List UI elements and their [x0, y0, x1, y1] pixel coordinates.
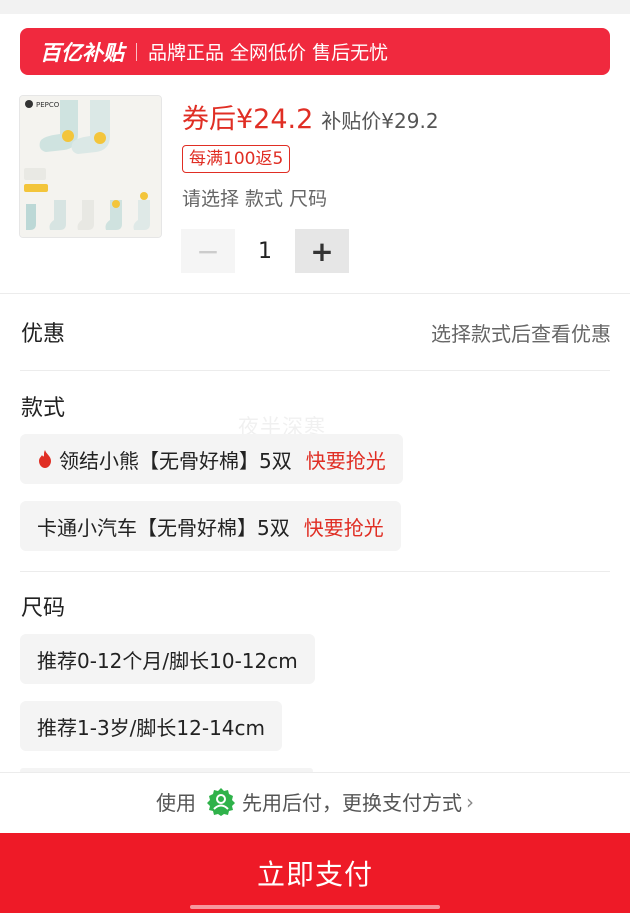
style-option-label: 卡通小汽车【无骨好棉】5双 — [37, 515, 290, 540]
size-section-title: 尺码 — [21, 596, 66, 621]
size-option-1-3y[interactable]: 推荐1-3岁/脚长12-14cm — [20, 701, 282, 751]
subsidy-price: 补贴价¥29.2 — [321, 109, 439, 133]
chevron-right-icon: › — [466, 789, 474, 814]
banner-tagline: 品牌正品 全网低价 售后无忧 — [148, 42, 389, 64]
size-option-0-12m[interactable]: 推荐0-12个月/脚长10-12cm — [20, 634, 315, 684]
pay-now-label: 立即支付 — [256, 858, 373, 891]
product-thumbnail[interactable]: PEPCO — [19, 95, 162, 238]
discount-title: 优惠 — [21, 322, 66, 347]
section-divider — [0, 293, 630, 294]
size-option-label: 推荐0-12个月/脚长10-12cm — [37, 648, 298, 673]
pay-now-button[interactable]: 立即支付 — [0, 833, 630, 913]
quantity-stepper: − 1 + — [181, 229, 349, 273]
selection-hint: 请选择 款式 尺码 — [182, 188, 328, 210]
payment-method-row[interactable]: 使用 先用后付，更换支付方式 › — [0, 772, 630, 830]
style-option-label: 领结小熊【无骨好棉】5双 — [59, 448, 292, 473]
discount-row[interactable]: 优惠 选择款式后查看优惠 — [21, 314, 611, 350]
price-row: 券后¥24.2 补贴价¥29.2 — [182, 97, 439, 135]
payment-prefix: 使用 — [156, 791, 196, 815]
banner-divider — [136, 42, 137, 61]
payment-method-label: 先用后付，更换支付方式 — [242, 791, 462, 815]
size-section-header: 尺码 — [21, 590, 611, 622]
style-section-title: 款式 — [21, 396, 66, 421]
low-stock-label: 快要抢光 — [303, 515, 384, 540]
style-option-bear[interactable]: 领结小熊【无骨好棉】5双 快要抢光 — [20, 434, 403, 484]
promo-tag: 每满100返5 — [182, 145, 291, 173]
flame-icon — [39, 450, 51, 468]
subsidy-banner: 百亿补贴 品牌正品 全网低价 售后无忧 — [20, 28, 610, 75]
style-option-car[interactable]: 卡通小汽车【无骨好棉】5双 快要抢光 — [20, 501, 401, 551]
top-strip — [0, 0, 630, 14]
coupon-price: 券后¥24.2 — [182, 104, 314, 135]
socks-product-image: PEPCO — [20, 96, 161, 237]
low-stock-label: 快要抢光 — [305, 448, 386, 473]
section-divider — [20, 571, 610, 572]
increase-quantity-button[interactable]: + — [295, 229, 349, 273]
subsidy-logo: 百亿补贴 — [40, 40, 124, 65]
quantity-value[interactable]: 1 — [235, 239, 295, 264]
decrease-quantity-button[interactable]: − — [181, 229, 235, 273]
home-indicator — [190, 905, 440, 909]
size-option-label: 推荐1-3岁/脚长12-14cm — [37, 715, 265, 740]
discount-hint: 选择款式后查看优惠 — [431, 321, 611, 346]
pay-later-badge-icon — [207, 787, 235, 816]
section-divider — [20, 370, 610, 371]
thumbnail-brand: PEPCO — [36, 101, 60, 109]
